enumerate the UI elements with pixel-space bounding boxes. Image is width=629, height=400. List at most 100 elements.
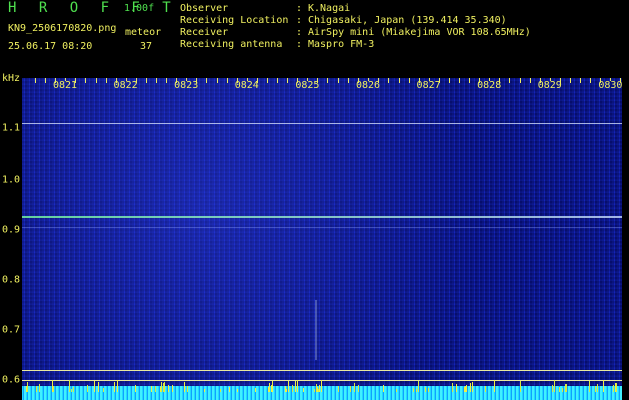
signal-spike xyxy=(559,387,560,392)
signal-spike xyxy=(297,380,298,392)
x-tick xyxy=(55,78,56,83)
x-tick-label: 0829 xyxy=(537,80,562,91)
signal-spike xyxy=(117,380,118,392)
signal-spike xyxy=(292,385,293,392)
signal-spike xyxy=(69,380,70,392)
observer-value: K.Nagai xyxy=(308,3,351,14)
signal-spike xyxy=(416,389,417,392)
signal-spike xyxy=(187,386,188,392)
signal-spike xyxy=(566,384,567,392)
signal-spike xyxy=(98,382,99,392)
signal-spike xyxy=(288,381,289,392)
x-tick-label: 0824 xyxy=(234,80,259,91)
x-tick xyxy=(580,78,582,83)
x-tick-label: 0828 xyxy=(477,80,502,91)
signal-spike xyxy=(168,385,169,392)
signal-spike xyxy=(229,387,230,392)
signal-spike xyxy=(314,389,315,392)
signal-spike xyxy=(269,383,270,392)
x-tick xyxy=(115,78,117,83)
x-tick xyxy=(236,78,238,83)
y-unit-label: kHz xyxy=(2,73,21,84)
signal-spike xyxy=(255,388,256,392)
y-tick-label: 1.1 xyxy=(2,122,21,134)
signal-spike xyxy=(470,383,471,392)
signal-spike xyxy=(71,389,72,392)
y-tick-label: 0.9 xyxy=(2,224,21,236)
signal-spike xyxy=(268,387,269,392)
observer-separator: : xyxy=(296,3,303,14)
spectrogram-plot xyxy=(22,78,622,400)
x-tick xyxy=(287,78,289,83)
x-tick xyxy=(459,78,461,83)
signal-spike xyxy=(303,388,304,392)
signal-spike xyxy=(27,382,28,392)
x-tick xyxy=(408,78,410,83)
signal-spike xyxy=(615,383,616,392)
x-tick xyxy=(85,78,86,83)
signal-spike xyxy=(494,380,495,392)
signal-spike xyxy=(53,386,54,392)
signal-spike xyxy=(413,388,414,392)
x-tick xyxy=(266,78,268,83)
receiver-value: AirSpy mini (Miakejima VOR 108.65MHz) xyxy=(308,27,531,38)
signal-spike xyxy=(155,386,156,392)
signal-spike xyxy=(321,380,322,392)
signal-spike xyxy=(87,385,88,392)
x-tick-label: 0826 xyxy=(355,80,381,91)
x-tick xyxy=(135,78,137,83)
x-tick xyxy=(549,78,551,81)
signal-spike xyxy=(317,387,318,392)
signal-spike xyxy=(319,385,320,392)
x-tick xyxy=(388,78,389,83)
x-tick xyxy=(499,78,501,83)
x-tick-label: 0830 xyxy=(598,80,623,91)
x-tick xyxy=(277,78,279,83)
signal-spike xyxy=(237,389,238,392)
signal-spike xyxy=(26,386,27,392)
x-tick xyxy=(297,78,299,83)
signal-spike xyxy=(452,383,453,392)
x-tick xyxy=(469,78,471,83)
timestamp: 25.06.17 08:20 xyxy=(8,41,93,52)
signal-spike xyxy=(160,387,161,392)
signal-spike xyxy=(286,389,287,392)
signal-spike xyxy=(589,381,590,392)
x-tick xyxy=(418,78,420,83)
x-tick xyxy=(166,78,168,83)
x-tick xyxy=(256,78,258,83)
signal-spike xyxy=(472,382,473,392)
x-tick xyxy=(569,78,571,83)
x-tick xyxy=(590,78,592,83)
x-tick-label: 0823 xyxy=(174,80,199,91)
location-separator: : xyxy=(296,15,303,26)
x-tick-label: 0822 xyxy=(113,80,138,91)
signal-spike xyxy=(114,382,115,392)
x-tick-label: 0825 xyxy=(295,80,320,91)
echo-line xyxy=(22,227,622,228)
signal-spike xyxy=(318,389,319,392)
x-tick xyxy=(358,78,359,83)
x-tick xyxy=(196,78,198,83)
x-tick xyxy=(620,78,622,83)
x-tick-label: 0827 xyxy=(416,80,441,91)
x-tick xyxy=(327,78,329,83)
signal-spikes xyxy=(26,380,617,392)
signal-spike xyxy=(425,387,426,392)
signal-spike xyxy=(520,388,521,392)
signal-spike xyxy=(36,386,37,392)
x-tick xyxy=(600,78,602,83)
signal-spike xyxy=(350,386,351,392)
signal-spike xyxy=(73,387,74,392)
signal-spike xyxy=(285,386,286,392)
x-tick xyxy=(45,78,46,83)
signal-spike xyxy=(613,385,614,392)
x-tick xyxy=(448,78,450,83)
meteor-echo-trace xyxy=(315,300,317,360)
location-key: Receiving Location xyxy=(180,15,289,26)
signal-spike xyxy=(135,385,136,392)
signal-spike xyxy=(456,384,457,392)
signal-spike xyxy=(316,384,317,392)
signal-spike xyxy=(418,381,419,392)
x-tick xyxy=(398,78,400,83)
